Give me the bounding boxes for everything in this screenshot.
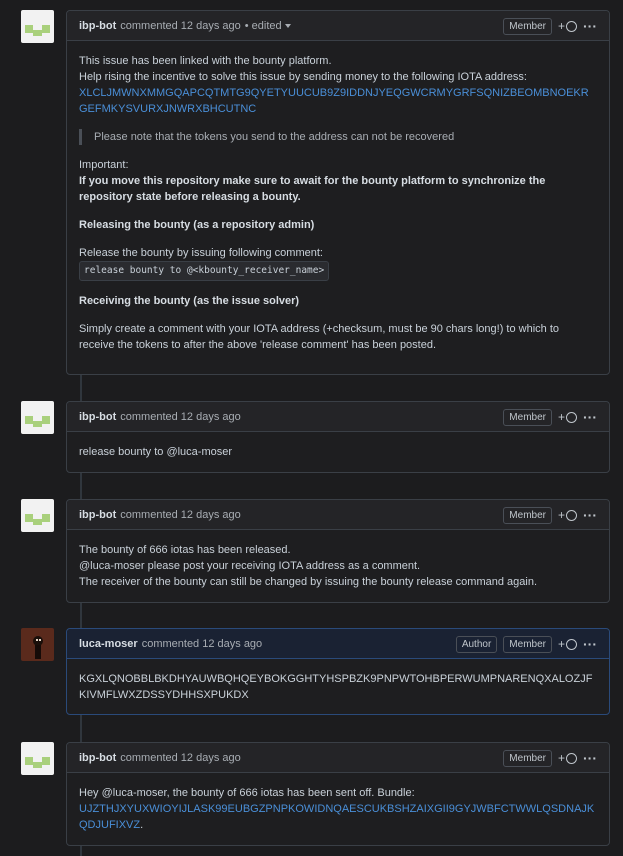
comment-body: This issue has been linked with the boun… bbox=[67, 41, 609, 363]
comment-body: The bounty of 666 iotas has been release… bbox=[67, 530, 609, 600]
comment: ibp-bot commented 12 days ago Member + ·… bbox=[66, 401, 610, 473]
kebab-icon[interactable]: ··· bbox=[583, 507, 597, 523]
timeline-line bbox=[80, 375, 82, 402]
add-reaction-button[interactable]: + bbox=[558, 637, 577, 651]
kebab-icon[interactable]: ··· bbox=[583, 636, 597, 652]
avatar[interactable] bbox=[21, 628, 54, 661]
body-text: @luca-moser please post your receiving I… bbox=[79, 560, 421, 572]
comment-header: ibp-bot commented 12 days ago Member + ·… bbox=[67, 743, 609, 773]
comment-author[interactable]: ibp-bot bbox=[79, 509, 116, 521]
smiley-icon bbox=[566, 752, 577, 764]
body-text: Release the bounty by issuing following … bbox=[79, 247, 323, 259]
comment-author[interactable]: ibp-bot bbox=[79, 752, 116, 764]
comment-timestamp[interactable]: commented 12 days ago bbox=[120, 411, 240, 423]
member-badge: Member bbox=[503, 506, 552, 524]
comment-timestamp[interactable]: commented 12 days ago bbox=[120, 20, 240, 32]
comment-header: ibp-bot commented 12 days ago Member + ·… bbox=[67, 500, 609, 530]
avatar[interactable] bbox=[21, 10, 54, 43]
timeline-line bbox=[80, 603, 82, 628]
section-heading: Receiving the bounty (as the issue solve… bbox=[79, 295, 300, 307]
timeline-line bbox=[80, 846, 82, 856]
smiley-icon bbox=[566, 638, 577, 650]
add-reaction-button[interactable]: + bbox=[558, 751, 577, 765]
comment: ibp-bot commented 12 days ago Member + ·… bbox=[66, 499, 610, 603]
comment: ibp-bot commented 12 days ago • edited M… bbox=[66, 10, 610, 375]
add-reaction-button[interactable]: + bbox=[558, 410, 577, 424]
body-text: Important: bbox=[79, 159, 129, 171]
kebab-icon[interactable]: ··· bbox=[583, 409, 597, 425]
body-text: Hey @luca-moser, the bounty of 666 iotas… bbox=[79, 787, 415, 799]
section-heading: Releasing the bounty (as a repository ad… bbox=[79, 219, 315, 231]
period: . bbox=[140, 819, 144, 831]
member-badge: Member bbox=[503, 17, 552, 35]
avatar[interactable] bbox=[21, 401, 54, 434]
avatar[interactable] bbox=[21, 499, 54, 532]
comment-timestamp[interactable]: commented 12 days ago bbox=[120, 752, 240, 764]
code-snippet: release bounty to @<kbounty_receiver_nam… bbox=[79, 261, 330, 281]
kebab-icon[interactable]: ··· bbox=[583, 18, 597, 34]
important-note: If you move this repository make sure to… bbox=[79, 175, 546, 203]
comment-timestamp[interactable]: commented 12 days ago bbox=[142, 638, 262, 650]
author-badge: Author bbox=[455, 635, 498, 653]
body-text: This issue has been linked with the boun… bbox=[79, 55, 332, 67]
comment-body: KGXLQNOBBLBKDHYAUWBQHQEYBOKGGHTYHSPBZK9P… bbox=[67, 659, 609, 713]
smiley-icon bbox=[566, 20, 577, 32]
timeline-line bbox=[80, 473, 82, 500]
comment-timestamp[interactable]: commented 12 days ago bbox=[120, 509, 240, 521]
blockquote: Please note that the tokens you send to … bbox=[79, 129, 597, 145]
comment-author[interactable]: luca-moser bbox=[79, 638, 138, 650]
iota-address-link[interactable]: XLCLJMWNXMMGQAPCQTMTG9QYETYUUCUB9Z9IDDNJ… bbox=[79, 85, 597, 117]
member-badge: Member bbox=[503, 635, 552, 653]
comment-author[interactable]: ibp-bot bbox=[79, 411, 116, 423]
avatar[interactable] bbox=[21, 742, 54, 775]
body-text: The bounty of 666 iotas has been release… bbox=[79, 544, 291, 556]
comment-author[interactable]: ibp-bot bbox=[79, 20, 116, 32]
comment: luca-moser commented 12 days ago Author … bbox=[66, 628, 610, 715]
comment: ibp-bot commented 12 days ago Member + ·… bbox=[66, 742, 610, 846]
member-badge: Member bbox=[503, 408, 552, 426]
add-reaction-button[interactable]: + bbox=[558, 508, 577, 522]
body-text: release bounty to @luca-moser bbox=[79, 446, 233, 458]
comment-body: release bounty to @luca-moser bbox=[67, 432, 609, 470]
comment-body: Hey @luca-moser, the bounty of 666 iotas… bbox=[67, 773, 609, 843]
body-text: Simply create a comment with your IOTA a… bbox=[79, 323, 560, 351]
comment-header: ibp-bot commented 12 days ago Member + ·… bbox=[67, 402, 609, 432]
iota-address: KGXLQNOBBLBKDHYAUWBQHQEYBOKGGHTYHSPBZK9P… bbox=[79, 673, 593, 701]
smiley-icon bbox=[566, 509, 577, 521]
kebab-icon[interactable]: ··· bbox=[583, 750, 597, 766]
caret-down-icon bbox=[284, 23, 291, 28]
body-text: Help rising the incentive to solve this … bbox=[79, 71, 527, 83]
add-reaction-button[interactable]: + bbox=[558, 19, 577, 33]
smiley-icon bbox=[566, 411, 577, 423]
body-text: The receiver of the bounty can still be … bbox=[79, 576, 537, 588]
comment-header: luca-moser commented 12 days ago Author … bbox=[67, 629, 609, 659]
member-badge: Member bbox=[503, 749, 552, 767]
bundle-link[interactable]: UJZTHJXYUXWIOYIJLASK99EUBGZPNPKOWIDNQAES… bbox=[79, 803, 594, 831]
comment-header: ibp-bot commented 12 days ago • edited M… bbox=[67, 11, 609, 41]
edited-dropdown[interactable]: • edited bbox=[245, 20, 291, 32]
timeline-line bbox=[80, 715, 82, 742]
